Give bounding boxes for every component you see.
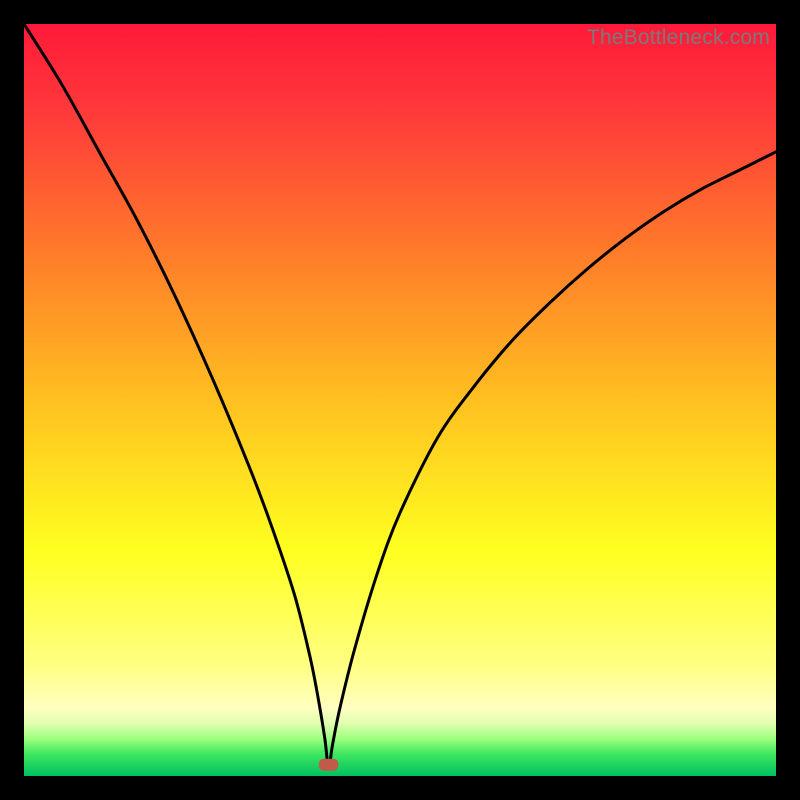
frame-border-right (776, 0, 800, 800)
frame-border-top (0, 0, 800, 24)
bottleneck-curve (24, 24, 776, 769)
frame-border-left (0, 0, 24, 800)
chart-frame: TheBottleneck.com (24, 24, 776, 776)
chart-plot (24, 24, 776, 776)
optimal-point-marker (319, 759, 339, 771)
frame-border-bottom (0, 776, 800, 800)
watermark-text: TheBottleneck.com (587, 26, 770, 50)
